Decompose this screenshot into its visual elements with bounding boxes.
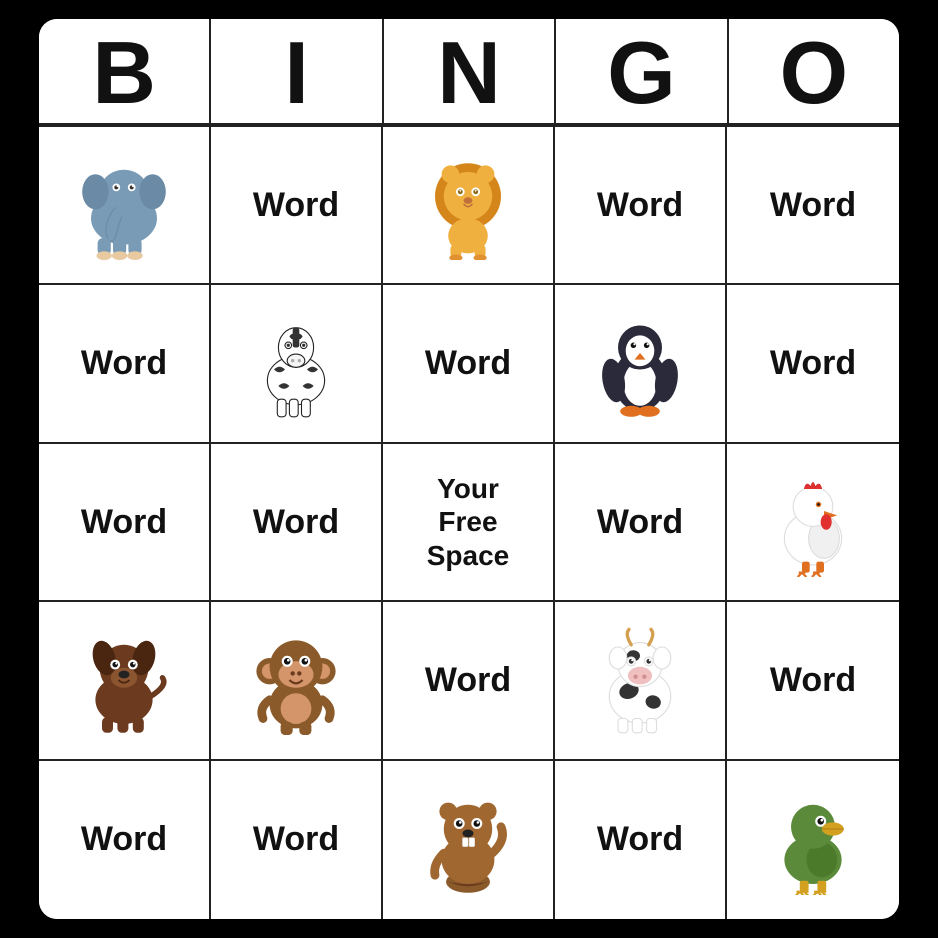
bingo-cell[interactable]: Word [727,602,899,760]
header-letter: O [729,19,899,123]
animal-duck [727,761,899,919]
animal-cow [555,602,725,758]
animal-beaver [383,761,553,919]
header-letter: B [39,19,211,123]
bingo-grid: Word WordWordW [39,125,899,919]
bingo-cell[interactable]: Word [211,761,383,919]
bingo-cell[interactable] [211,602,383,760]
animal-zebra [211,285,381,441]
cell-word-label: Word [597,502,683,543]
cell-word-label: Word [425,660,511,701]
bingo-cell[interactable]: Word [39,444,211,602]
animal-monkey [211,602,381,758]
bingo-cell[interactable]: Word [555,761,727,919]
bingo-cell[interactable] [555,285,727,443]
cell-word-label: Word [597,185,683,226]
cell-word-label: Word [81,819,167,860]
cell-word-label: Word [770,660,856,701]
bingo-cell[interactable] [39,127,211,285]
bingo-cell[interactable]: Word [211,444,383,602]
bingo-card: BINGO Word [39,19,899,919]
bingo-cell[interactable]: Word [383,602,555,760]
bingo-cell[interactable]: Your Free Space [383,444,555,602]
cell-word-label: Word [770,185,856,226]
cell-word-label: Word [253,185,339,226]
cell-word-label: Word [81,343,167,384]
bingo-cell[interactable]: Word [211,127,383,285]
animal-penguin [555,285,725,441]
bingo-cell[interactable]: Word [39,761,211,919]
bingo-cell[interactable] [39,602,211,760]
free-space-label: Your Free Space [427,472,510,573]
bingo-cell[interactable]: Word [727,285,899,443]
bingo-cell[interactable] [383,761,555,919]
animal-dog [39,602,209,758]
bingo-cell[interactable]: Word [39,285,211,443]
bingo-cell[interactable]: Word [383,285,555,443]
cell-word-label: Word [770,343,856,384]
bingo-header: BINGO [39,19,899,125]
animal-elephant [39,127,209,283]
bingo-cell[interactable] [555,602,727,760]
cell-word-label: Word [81,502,167,543]
cell-word-label: Word [597,819,683,860]
animal-chicken [727,444,899,600]
bingo-cell[interactable]: Word [555,444,727,602]
header-letter: G [556,19,728,123]
bingo-cell[interactable]: Word [555,127,727,285]
bingo-cell[interactable] [211,285,383,443]
bingo-cell[interactable] [727,444,899,602]
cell-word-label: Word [253,502,339,543]
bingo-cell[interactable]: Word [727,127,899,285]
animal-lion [383,127,553,283]
cell-word-label: Word [425,343,511,384]
cell-word-label: Word [253,819,339,860]
header-letter: N [384,19,556,123]
header-letter: I [211,19,383,123]
bingo-cell[interactable] [383,127,555,285]
bingo-cell[interactable] [727,761,899,919]
